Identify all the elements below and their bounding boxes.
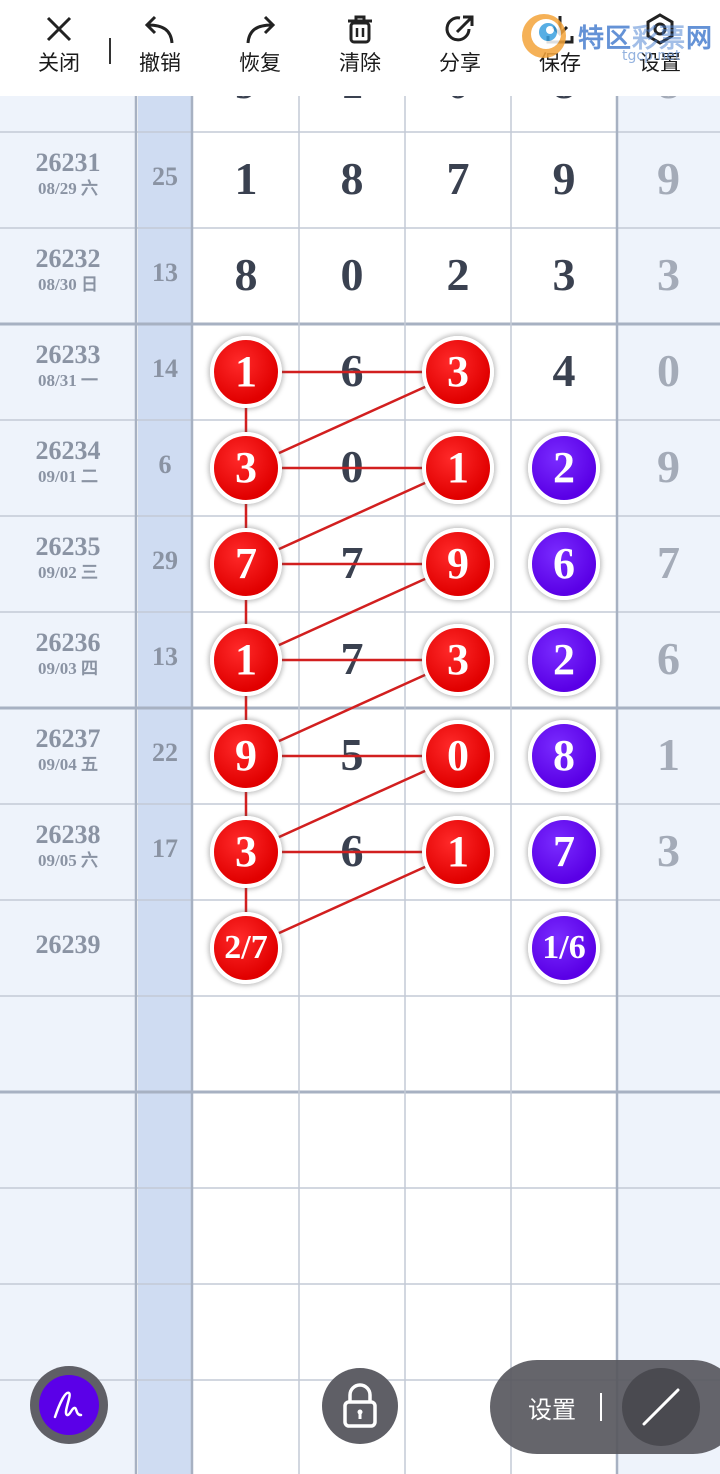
toolbar-divider xyxy=(109,38,111,64)
red-ball-marker[interactable]: 3 xyxy=(210,432,282,504)
top-toolbar: 关闭 撤销 恢复 清除 分享 保存 设置 特区彩票网 tgcp.net xyxy=(0,0,720,96)
close-icon xyxy=(46,16,72,42)
lock-button[interactable] xyxy=(322,1368,398,1444)
red-ball-marker[interactable]: 7 xyxy=(210,528,282,600)
red-ball-marker[interactable]: 9 xyxy=(422,528,494,600)
clear-button[interactable]: 清除 xyxy=(320,12,400,76)
panel-settings-button[interactable]: 设置 xyxy=(528,1390,576,1425)
red-ball-marker[interactable]: 3 xyxy=(422,624,494,696)
purple-ball-marker[interactable]: 1/6 xyxy=(528,912,600,984)
undo-button[interactable]: 撤销 xyxy=(120,12,200,76)
redo-icon xyxy=(246,15,276,44)
red-ball-marker[interactable]: 0 xyxy=(422,720,494,792)
trend-lines-overlay xyxy=(244,370,459,950)
red-ball-marker[interactable]: 1 xyxy=(422,432,494,504)
red-ball-marker[interactable]: 1 xyxy=(210,624,282,696)
purple-ball-marker[interactable]: 2 xyxy=(528,624,600,696)
watermark-logo-icon xyxy=(522,14,566,58)
red-ball-marker[interactable]: 1 xyxy=(210,336,282,408)
watermark-url: tgcp.net xyxy=(622,48,681,64)
clear-label: 清除 xyxy=(339,51,381,75)
draw-settings-panel: 设置 xyxy=(490,1360,720,1454)
lock-icon xyxy=(343,1383,377,1428)
red-ball-marker[interactable]: 3 xyxy=(210,816,282,888)
share-button[interactable]: 分享 xyxy=(420,12,500,76)
close-label: 关闭 xyxy=(38,51,80,75)
site-watermark: 特区彩票网 tgcp.net xyxy=(518,10,718,66)
trash-icon xyxy=(348,15,372,44)
share-label: 分享 xyxy=(439,51,481,75)
purple-ball-marker[interactable]: 8 xyxy=(528,720,600,792)
panel-divider xyxy=(600,1393,602,1421)
purple-ball-marker[interactable]: 2 xyxy=(528,432,600,504)
redo-button[interactable]: 恢复 xyxy=(220,12,300,76)
line-tool-icon xyxy=(642,1388,680,1426)
pen-tool-button[interactable] xyxy=(30,1366,108,1444)
share-icon xyxy=(445,15,474,42)
red-ball-marker[interactable]: 3 xyxy=(422,336,494,408)
red-ball-marker[interactable]: 1 xyxy=(422,816,494,888)
purple-ball-marker[interactable]: 6 xyxy=(528,528,600,600)
close-button[interactable]: 关闭 xyxy=(19,12,99,76)
pen-icon xyxy=(53,1391,83,1419)
redo-label: 恢复 xyxy=(239,51,281,75)
undo-label: 撤销 xyxy=(139,51,181,75)
line-tool-button[interactable] xyxy=(622,1368,700,1446)
purple-ball-marker[interactable]: 7 xyxy=(528,816,600,888)
red-ball-marker[interactable]: 2/7 xyxy=(210,912,282,984)
red-ball-marker[interactable]: 9 xyxy=(210,720,282,792)
undo-icon xyxy=(144,15,174,44)
